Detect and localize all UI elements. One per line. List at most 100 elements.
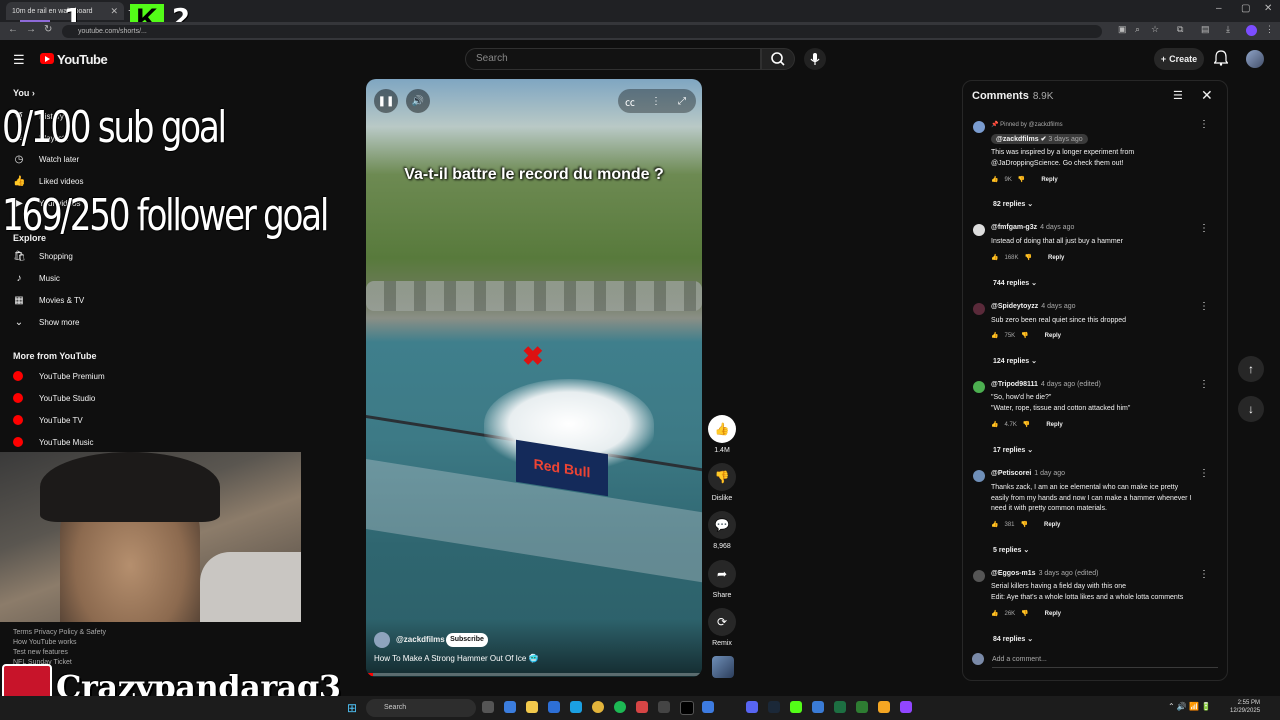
create-button[interactable]: + Create: [1154, 48, 1204, 70]
file-explorer-icon[interactable]: [526, 701, 538, 713]
back-icon[interactable]: ←: [8, 24, 18, 35]
thumb-up-icon[interactable]: 👍: [991, 176, 998, 183]
commenter-avatar[interactable]: [973, 570, 985, 582]
thumb-down-icon[interactable]: 👎: [1021, 610, 1028, 617]
edge-icon[interactable]: [570, 701, 582, 713]
remix-button[interactable]: ⟳: [708, 608, 736, 636]
captions-button[interactable]: ㏄: [618, 89, 642, 113]
comment-author-line[interactable]: @Spideytoyzz 4 days ago: [991, 303, 1076, 310]
thumb-up-icon[interactable]: 👍: [991, 421, 998, 428]
sidebar-item-premium[interactable]: YouTube Premium: [13, 368, 105, 384]
sidebar-item-tv[interactable]: YouTube TV: [13, 412, 83, 428]
extension-icon[interactable]: ▣: [1118, 24, 1127, 35]
search-input[interactable]: Search: [465, 48, 761, 70]
video-progress-bar[interactable]: [366, 673, 702, 676]
channel-avatar[interactable]: [374, 632, 390, 648]
commenter-avatar[interactable]: [973, 470, 985, 482]
more-options-button[interactable]: ⋮: [644, 89, 668, 113]
commenter-avatar[interactable]: [973, 121, 985, 133]
search-button[interactable]: [761, 48, 795, 70]
share-action[interactable]: ➦ Share: [707, 560, 737, 599]
video-title[interactable]: How To Make A Strong Hammer Out Of Ice 🥶: [374, 654, 539, 663]
youtube-logo-text[interactable]: YouTube: [57, 52, 108, 67]
reply-button[interactable]: Reply: [1041, 177, 1057, 183]
menu-dots-icon[interactable]: ⋮: [1265, 24, 1274, 35]
reload-icon[interactable]: ↻: [44, 24, 52, 35]
thumb-up-icon[interactable]: 👍: [991, 254, 998, 261]
fullscreen-button[interactable]: ⤢: [670, 89, 694, 113]
sort-comments-icon[interactable]: ☰: [1173, 89, 1183, 102]
sidebar-item-shopping[interactable]: 🛍 Shopping: [13, 248, 73, 264]
system-tray-icons[interactable]: ⌃ 🔊 📶 🔋: [1168, 702, 1211, 711]
comment-action[interactable]: 💬 8,968: [707, 511, 737, 550]
taskbar-clock[interactable]: 2:55 PM 12/29/2025: [1230, 699, 1260, 715]
close-tab-icon[interactable]: ✕: [110, 6, 118, 17]
reply-button[interactable]: Reply: [1045, 611, 1061, 617]
sidebar-item-liked-videos[interactable]: 👍 Liked videos: [13, 173, 83, 189]
profile-avatar[interactable]: [1246, 25, 1257, 36]
thumb-up-icon[interactable]: 👍: [991, 332, 998, 339]
footer-links[interactable]: Terms Privacy Policy & Safety: [13, 629, 106, 636]
thumb-up-icon[interactable]: 👍: [991, 521, 998, 528]
comment-more-icon[interactable]: ⋮: [1199, 301, 1209, 312]
app-icon-gray[interactable]: [658, 701, 670, 713]
view-replies-button[interactable]: 124 replies ⌄: [993, 357, 1037, 365]
windows-start-icon[interactable]: ⊞: [347, 701, 357, 715]
thumb-down-icon[interactable]: 👎: [1023, 421, 1030, 428]
comment-more-icon[interactable]: ⋮: [1199, 379, 1209, 390]
dislike-button[interactable]: 👎: [708, 463, 736, 491]
pause-button[interactable]: ❚❚: [374, 89, 398, 113]
volume-button[interactable]: 🔊: [406, 89, 430, 113]
reply-button[interactable]: Reply: [1045, 333, 1061, 339]
footer-test-features[interactable]: Test new features: [13, 649, 68, 656]
sidebar-item-music[interactable]: ♪ Music: [13, 270, 60, 286]
view-replies-button[interactable]: 744 replies ⌄: [993, 279, 1037, 287]
account-avatar[interactable]: [1246, 50, 1264, 68]
view-replies-button[interactable]: 17 replies ⌄: [993, 446, 1033, 454]
sidepanel-icon[interactable]: ▤: [1201, 24, 1210, 35]
steam-icon[interactable]: [768, 701, 780, 713]
app-icon-blue[interactable]: [702, 701, 714, 713]
commenter-avatar[interactable]: [973, 224, 985, 236]
comment-more-icon[interactable]: ⋮: [1199, 468, 1209, 479]
like-button[interactable]: 👍: [708, 415, 736, 443]
thumb-down-icon[interactable]: 👎: [1021, 332, 1028, 339]
xbox-icon[interactable]: [856, 701, 868, 713]
tiktok-icon[interactable]: [680, 701, 694, 715]
dislike-action[interactable]: 👎 Dislike: [707, 463, 737, 502]
reply-button[interactable]: Reply: [1044, 522, 1060, 528]
sidebar-item-watch-later[interactable]: ◷ Watch later: [13, 151, 80, 167]
thumb-down-icon[interactable]: 👎: [1025, 254, 1032, 261]
maximize-button[interactable]: ▢: [1241, 3, 1250, 14]
copilot-icon[interactable]: [504, 701, 516, 713]
discord-icon[interactable]: [746, 701, 758, 713]
task-view-icon[interactable]: [482, 701, 494, 713]
thumb-down-icon[interactable]: 👎: [1021, 521, 1028, 528]
view-replies-button[interactable]: 82 replies ⌄: [993, 200, 1033, 208]
close-window-button[interactable]: ✕: [1264, 3, 1272, 14]
app-icon-red[interactable]: [636, 701, 648, 713]
sidebar-item-movies[interactable]: ▦ Movies & TV: [13, 292, 84, 308]
share-button[interactable]: ➦: [708, 560, 736, 588]
add-comment-row[interactable]: Add a comment...: [972, 653, 1218, 668]
sound-thumbnail[interactable]: [712, 656, 734, 678]
subscribe-button[interactable]: Subscribe: [446, 633, 488, 647]
comment-more-icon[interactable]: ⋮: [1199, 119, 1209, 130]
comment-author-line[interactable]: @Eggos-m1s 3 days ago (edited): [991, 570, 1099, 577]
comment-author-line[interactable]: @fmfgam-g3z 4 days ago: [991, 224, 1074, 231]
bookmark-star-icon[interactable]: ☆: [1151, 24, 1159, 35]
like-action[interactable]: 👍 1.4M: [707, 415, 737, 454]
comment-author-line[interactable]: @Petiscorei 1 day ago: [991, 470, 1065, 477]
comment-author-line[interactable]: @Tripod98111 4 days ago (edited): [991, 381, 1101, 388]
comment-more-icon[interactable]: ⋮: [1199, 223, 1209, 234]
sidebar-item-studio[interactable]: YouTube Studio: [13, 390, 95, 406]
download-icon[interactable]: ⤓: [1226, 24, 1230, 35]
hamburger-menu-icon[interactable]: ☰: [13, 52, 25, 68]
sidebar-item-music-app[interactable]: YouTube Music: [13, 434, 94, 450]
twitch-taskbar-icon[interactable]: [900, 701, 912, 713]
next-short-button[interactable]: ↓: [1238, 396, 1264, 422]
url-field[interactable]: youtube.com/shorts/...: [62, 25, 1102, 38]
add-comment-input[interactable]: Add a comment...: [992, 656, 1047, 663]
store-icon[interactable]: [548, 701, 560, 713]
previous-short-button[interactable]: ↑: [1238, 356, 1264, 382]
